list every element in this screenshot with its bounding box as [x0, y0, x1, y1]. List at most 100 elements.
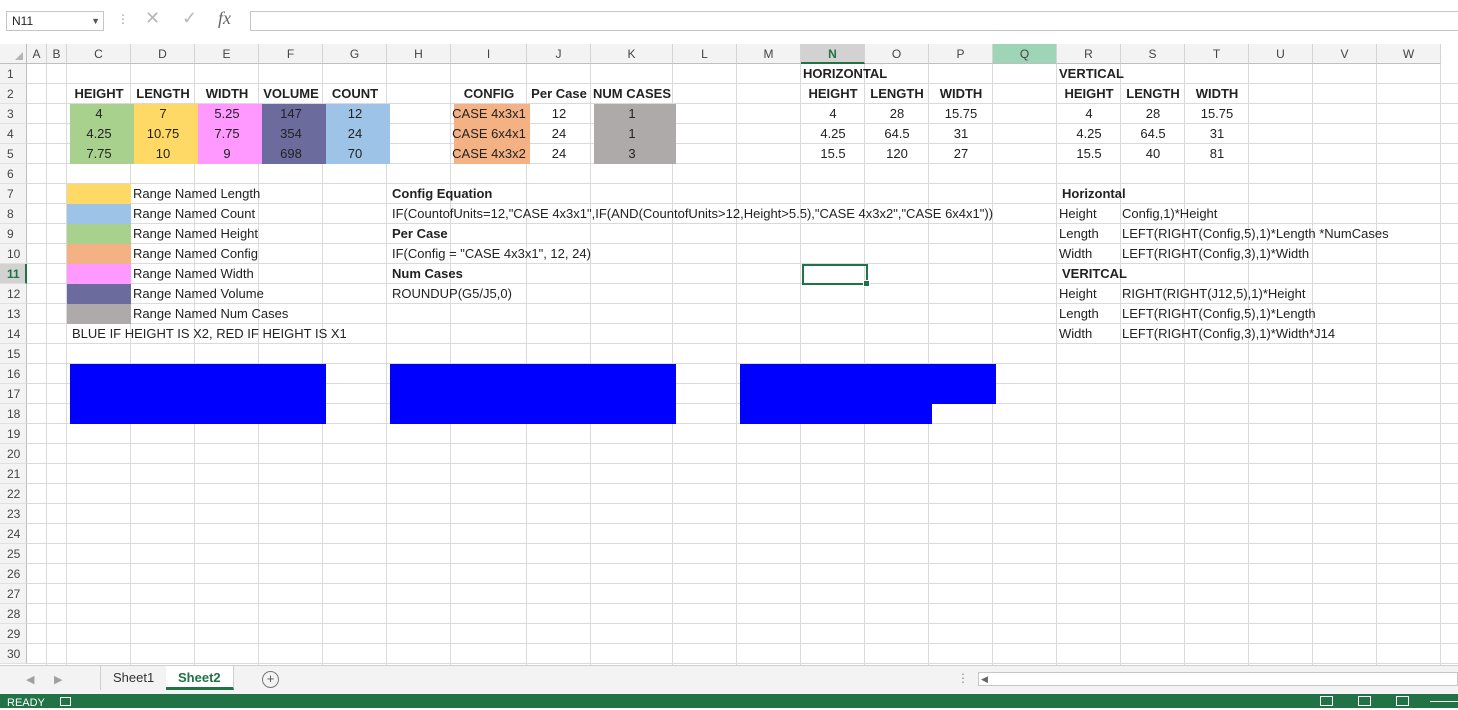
legend-label: Range Named Num Cases	[133, 306, 289, 321]
table2-cell: CASE 4x3x2	[452, 146, 526, 161]
row-header-22[interactable]: 22	[0, 484, 27, 504]
column-header-m[interactable]: M	[737, 44, 801, 64]
column-header-c[interactable]: C	[67, 44, 131, 64]
tab-sheet1[interactable]: Sheet1	[100, 666, 168, 690]
column-header-q[interactable]: Q	[993, 44, 1057, 64]
column-header-s[interactable]: S	[1121, 44, 1185, 64]
column-header-g[interactable]: G	[323, 44, 387, 64]
row-header-1[interactable]: 1	[0, 64, 27, 84]
chevron-down-icon[interactable]: ▼	[91, 12, 100, 30]
row-header-23[interactable]: 23	[0, 504, 27, 524]
add-sheet-icon[interactable]: +	[262, 671, 279, 688]
column-header-h[interactable]: H	[387, 44, 451, 64]
table1-header: LENGTH	[136, 86, 190, 101]
row-header-24[interactable]: 24	[0, 524, 27, 544]
legend-swatch	[67, 284, 131, 304]
num-cases-title: Num Cases	[392, 266, 463, 281]
horizontal-cell: 31	[953, 126, 969, 141]
zoom-slider[interactable]	[1430, 701, 1458, 702]
tab-sheet2[interactable]: Sheet2	[166, 666, 234, 690]
row-header-17[interactable]: 17	[0, 384, 27, 404]
row-header-27[interactable]: 27	[0, 584, 27, 604]
page-break-view-icon[interactable]	[1396, 696, 1409, 706]
vertical-cell: 31	[1209, 126, 1225, 141]
row-header-20[interactable]: 20	[0, 444, 27, 464]
column-header-t[interactable]: T	[1185, 44, 1249, 64]
table2-header: Per Case	[531, 86, 587, 101]
column-header-l[interactable]: L	[673, 44, 737, 64]
row-header-2[interactable]: 2	[0, 84, 27, 104]
insert-function-icon[interactable]: fx	[218, 8, 231, 29]
vertical-cell: 64.5	[1140, 126, 1166, 141]
table2-header: CONFIG	[463, 86, 515, 101]
row-header-9[interactable]: 9	[0, 224, 27, 244]
row-header-12[interactable]: 12	[0, 284, 27, 304]
enter-icon[interactable]: ✓	[182, 8, 197, 29]
column-header-r[interactable]: R	[1057, 44, 1121, 64]
column-header-w[interactable]: W	[1377, 44, 1441, 64]
row-header-6[interactable]: 6	[0, 164, 27, 184]
column-header-f[interactable]: F	[259, 44, 323, 64]
column-header-d[interactable]: D	[131, 44, 195, 64]
row-header-5[interactable]: 5	[0, 144, 27, 164]
horizontal-notes-title: Horizontal	[1062, 186, 1126, 201]
row-header-7[interactable]: 7	[0, 184, 27, 204]
column-header-k[interactable]: K	[591, 44, 673, 64]
row-header-28[interactable]: 28	[0, 604, 27, 624]
vertical-note-formula: LEFT(RIGHT(Config,3),1)*Width*J14	[1122, 326, 1336, 341]
tab-scroll-right-icon[interactable]: ▶	[54, 673, 62, 686]
column-header-v[interactable]: V	[1313, 44, 1377, 64]
row-header-4[interactable]: 4	[0, 124, 27, 144]
row-header-11[interactable]: 11	[0, 264, 27, 284]
column-header-n[interactable]: N	[801, 44, 865, 64]
table1-cell: 10.75	[146, 126, 180, 141]
horizontal-cell: 4	[829, 106, 837, 121]
name-box[interactable]: N11 ▼	[6, 11, 104, 31]
row-header-25[interactable]: 25	[0, 544, 27, 564]
row-header-21[interactable]: 21	[0, 464, 27, 484]
row-header-18[interactable]: 18	[0, 404, 27, 424]
column-header-u[interactable]: U	[1249, 44, 1313, 64]
legend-label: Range Named Length	[133, 186, 261, 201]
scroll-left-arrow-icon[interactable]: ◀	[981, 673, 988, 685]
horizontal-note-formula: Config,1)*Height	[1122, 206, 1218, 221]
column-header-j[interactable]: J	[527, 44, 591, 64]
normal-view-icon[interactable]	[1320, 696, 1333, 706]
column-header-b[interactable]: B	[47, 44, 67, 64]
horizontal-cell: 64.5	[884, 126, 910, 141]
row-header-29[interactable]: 29	[0, 624, 27, 644]
column-header-o[interactable]: O	[865, 44, 929, 64]
horizontal-header: LENGTH	[870, 86, 924, 101]
row-header-15[interactable]: 15	[0, 344, 27, 364]
page-layout-view-icon[interactable]	[1358, 696, 1371, 706]
cancel-icon[interactable]: ✕	[145, 8, 160, 29]
row-header-30[interactable]: 30	[0, 644, 27, 664]
formula-input[interactable]	[250, 11, 1458, 31]
row-header-16[interactable]: 16	[0, 364, 27, 384]
row-header-13[interactable]: 13	[0, 304, 27, 324]
sheet-tab-bar: ◀ ▶ Sheet1 Sheet2 + ⋮ ◀	[0, 665, 1458, 694]
fill-handle[interactable]	[863, 280, 870, 287]
column-header-a[interactable]: A	[27, 44, 47, 64]
row-header-8[interactable]: 8	[0, 204, 27, 224]
horizontal-note-label: Length	[1059, 226, 1099, 241]
row-header-3[interactable]: 3	[0, 104, 27, 124]
active-cell-n11[interactable]	[802, 264, 870, 287]
row-header-26[interactable]: 26	[0, 564, 27, 584]
legend-label: Range Named Volume	[133, 286, 264, 301]
select-all-corner[interactable]	[0, 44, 27, 64]
table2-cell: 1	[628, 126, 636, 141]
row-header-10[interactable]: 10	[0, 244, 27, 264]
row-header-19[interactable]: 19	[0, 424, 27, 444]
worksheet-grid[interactable]: ABCDEFGHIJKLMNOPQRSTUVW 1 2 3 4 5 6 7 8 9 10 11 12 1…	[0, 44, 1458, 665]
table1-header: VOLUME	[263, 86, 319, 101]
row-header-14[interactable]: 14	[0, 324, 27, 344]
macro-record-icon[interactable]	[60, 697, 71, 706]
scroll-split-dots[interactable]: ⋮	[957, 671, 969, 685]
name-box-value: N11	[12, 14, 34, 28]
column-header-e[interactable]: E	[195, 44, 259, 64]
tab-scroll-left-icon[interactable]: ◀	[26, 673, 34, 686]
column-header-i[interactable]: I	[451, 44, 527, 64]
column-header-p[interactable]: P	[929, 44, 993, 64]
horizontal-scrollbar[interactable]: ◀	[978, 672, 1458, 686]
